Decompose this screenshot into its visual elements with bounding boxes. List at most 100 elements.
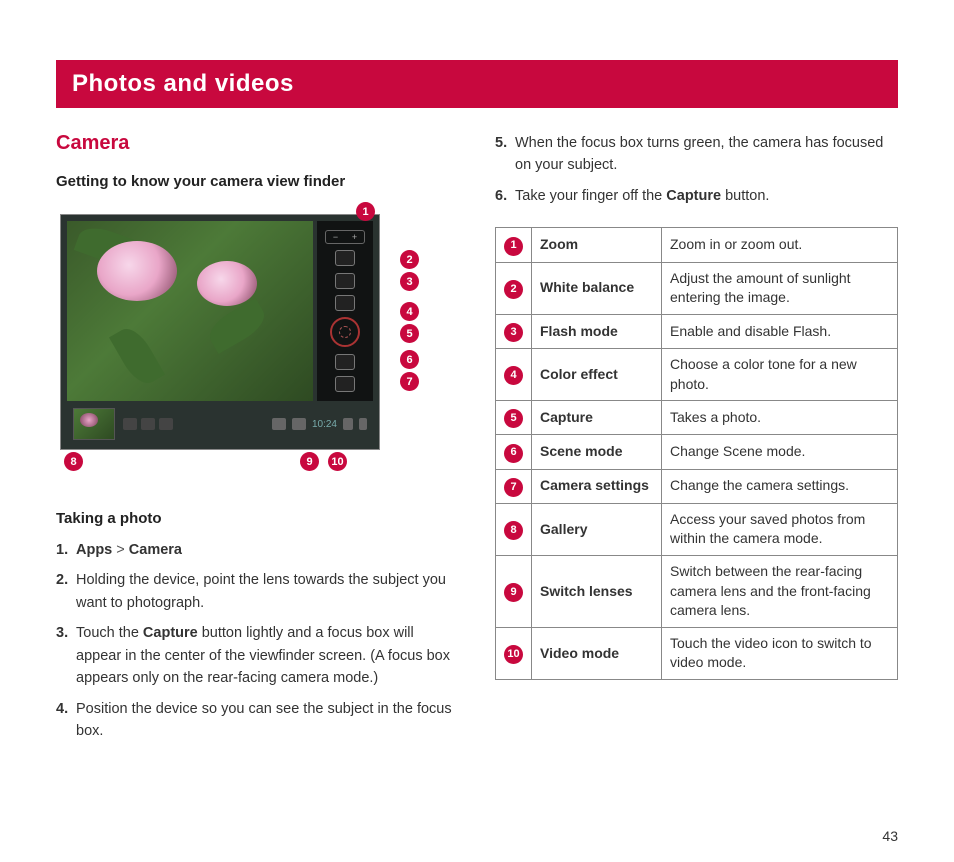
table-cell-name: Color effect bbox=[532, 349, 662, 401]
table-row: 10 Video mode Touch the video icon to sw… bbox=[496, 627, 898, 679]
zoom-control: −+ bbox=[325, 230, 365, 244]
nav-recent-icon bbox=[159, 418, 173, 430]
table-cell-name: White balance bbox=[532, 262, 662, 314]
table-row: 1 Zoom Zoom in or zoom out. bbox=[496, 228, 898, 262]
step-row: 2.Holding the device, point the lens tow… bbox=[56, 569, 459, 614]
step-row: 1.Apps > Camera bbox=[56, 539, 459, 561]
statusbar-time: 10:24 bbox=[312, 419, 337, 430]
table-cell-desc: Touch the video icon to switch to video … bbox=[662, 627, 898, 679]
callout-marker-1: 1 bbox=[356, 202, 375, 221]
table-cell-name: Capture bbox=[532, 401, 662, 435]
callout-marker-9: 9 bbox=[300, 452, 319, 471]
table-cell-marker: 8 bbox=[496, 503, 532, 555]
table-cell-marker: 7 bbox=[496, 469, 532, 503]
step-number: 2. bbox=[56, 569, 72, 614]
table-cell-name: Scene mode bbox=[532, 435, 662, 469]
flash-icon bbox=[335, 273, 355, 289]
table-cell-marker: 10 bbox=[496, 627, 532, 679]
flower-graphic bbox=[97, 241, 177, 301]
table-cell-marker: 3 bbox=[496, 314, 532, 348]
table-cell-desc: Zoom in or zoom out. bbox=[662, 228, 898, 262]
statusbar: 10:24 bbox=[272, 418, 367, 430]
viewfinder-image bbox=[67, 221, 313, 401]
section-heading: Camera bbox=[56, 132, 459, 155]
table-row: 9 Switch lenses Switch between the rear-… bbox=[496, 555, 898, 627]
table-cell-desc: Switch between the rear-facing camera le… bbox=[662, 555, 898, 627]
camera-diagram: −+ bbox=[56, 202, 459, 486]
callout-marker-8: 8 bbox=[64, 452, 83, 471]
video-mode-icon bbox=[292, 418, 306, 430]
page-title: Photos and videos bbox=[72, 70, 294, 97]
callout-marker: 1 bbox=[504, 237, 523, 256]
flower-graphic bbox=[197, 261, 257, 306]
step-text: Touch the Capture button lightly and a f… bbox=[76, 622, 459, 689]
step-number: 3. bbox=[56, 622, 72, 689]
callout-marker-10: 10 bbox=[328, 452, 347, 471]
signal-icon bbox=[343, 418, 353, 430]
step-number: 1. bbox=[56, 539, 72, 561]
steps-right: 5.When the focus box turns green, the ca… bbox=[495, 132, 898, 207]
step-text: Apps > Camera bbox=[76, 539, 459, 561]
phone-frame: −+ bbox=[60, 214, 380, 450]
table-cell-desc: Adjust the amount of sunlight entering t… bbox=[662, 262, 898, 314]
step-row: 4.Position the device so you can see the… bbox=[56, 698, 459, 743]
callout-marker-2: 2 bbox=[400, 250, 419, 269]
callout-marker-7: 7 bbox=[400, 372, 419, 391]
table-cell-desc: Change Scene mode. bbox=[662, 435, 898, 469]
color-effect-icon bbox=[335, 295, 355, 311]
white-balance-icon bbox=[335, 250, 355, 266]
table-cell-desc: Access your saved photos from within the… bbox=[662, 503, 898, 555]
table-row: 2 White balance Adjust the amount of sun… bbox=[496, 262, 898, 314]
table-cell-marker: 2 bbox=[496, 262, 532, 314]
table-cell-marker: 9 bbox=[496, 555, 532, 627]
capture-button-icon bbox=[330, 317, 360, 347]
callout-marker: 8 bbox=[504, 521, 523, 540]
table-row: 7 Camera settings Change the camera sett… bbox=[496, 469, 898, 503]
sub-heading-photo: Taking a photo bbox=[56, 510, 459, 527]
callout-marker: 6 bbox=[504, 444, 523, 463]
table-row: 6 Scene mode Change Scene mode. bbox=[496, 435, 898, 469]
table-cell-desc: Choose a color tone for a new photo. bbox=[662, 349, 898, 401]
column-right: 5.When the focus box turns green, the ca… bbox=[495, 132, 898, 759]
step-number: 6. bbox=[495, 185, 511, 207]
callout-marker-4: 4 bbox=[400, 302, 419, 321]
reference-table: 1 Zoom Zoom in or zoom out. 2 White bala… bbox=[495, 227, 898, 680]
step-number: 5. bbox=[495, 132, 511, 177]
viewfinder-row: −+ bbox=[67, 221, 373, 401]
nav-home-icon bbox=[141, 418, 155, 430]
table-cell-name: Gallery bbox=[532, 503, 662, 555]
sub-heading-viewfinder: Getting to know your camera view finder bbox=[56, 173, 459, 190]
callout-marker: 5 bbox=[504, 409, 523, 428]
step-number: 4. bbox=[56, 698, 72, 743]
step-row: 6.Take your finger off the Capture butto… bbox=[495, 185, 898, 207]
table-row: 4 Color effect Choose a color tone for a… bbox=[496, 349, 898, 401]
callout-marker: 4 bbox=[504, 366, 523, 385]
settings-icon bbox=[335, 376, 355, 392]
table-cell-marker: 5 bbox=[496, 401, 532, 435]
page-title-bar: Photos and videos bbox=[56, 60, 898, 108]
gallery-thumbnail bbox=[73, 408, 115, 440]
table-cell-desc: Enable and disable Flash. bbox=[662, 314, 898, 348]
table-row: 3 Flash mode Enable and disable Flash. bbox=[496, 314, 898, 348]
step-text: When the focus box turns green, the came… bbox=[515, 132, 898, 177]
step-text: Position the device so you can see the s… bbox=[76, 698, 459, 743]
camera-controls-panel: −+ bbox=[317, 221, 373, 401]
table-cell-name: Switch lenses bbox=[532, 555, 662, 627]
table-cell-marker: 6 bbox=[496, 435, 532, 469]
table-cell-name: Camera settings bbox=[532, 469, 662, 503]
nav-back-icon bbox=[123, 418, 137, 430]
table-cell-marker: 1 bbox=[496, 228, 532, 262]
scene-mode-icon bbox=[335, 354, 355, 370]
callout-marker-6: 6 bbox=[400, 350, 419, 369]
leaf-graphic bbox=[109, 323, 165, 390]
reference-table-body: 1 Zoom Zoom in or zoom out. 2 White bala… bbox=[496, 228, 898, 680]
switch-lens-icon bbox=[272, 418, 286, 430]
callout-marker: 10 bbox=[504, 645, 523, 664]
table-cell-name: Flash mode bbox=[532, 314, 662, 348]
navbar bbox=[123, 418, 173, 430]
callout-marker-3: 3 bbox=[400, 272, 419, 291]
table-cell-name: Zoom bbox=[532, 228, 662, 262]
step-row: 3.Touch the Capture button lightly and a… bbox=[56, 622, 459, 689]
steps-left: 1.Apps > Camera 2.Holding the device, poi… bbox=[56, 539, 459, 743]
leaf-graphic bbox=[204, 298, 271, 354]
